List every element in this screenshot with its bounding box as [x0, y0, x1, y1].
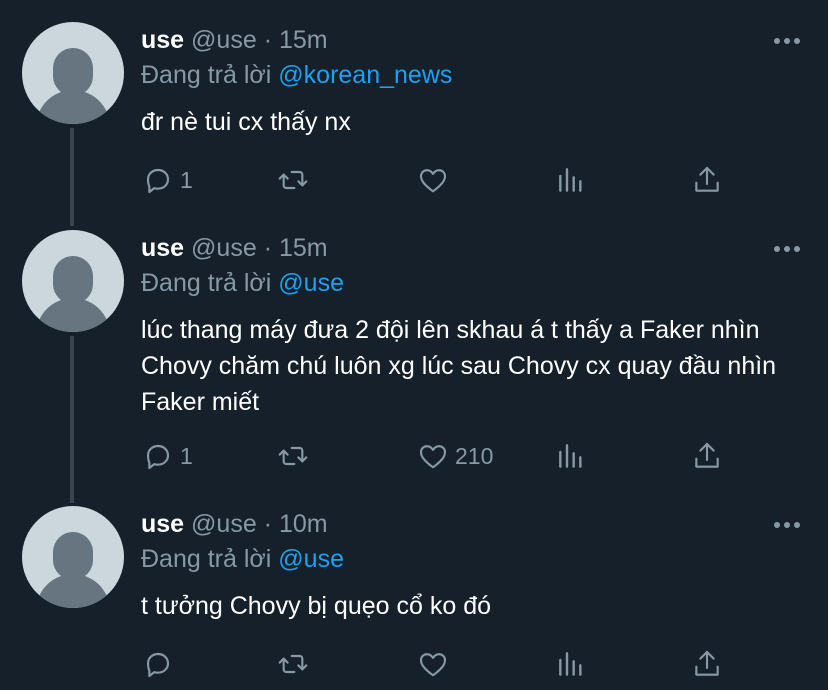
replying-to: Đang trả lời @korean_news [141, 61, 452, 90]
display-name[interactable]: use [141, 234, 184, 262]
like-icon [419, 169, 447, 193]
like-icon [419, 653, 447, 677]
tweet[interactable]: use @use · 15m Đang trả lời @korean_news… [0, 0, 828, 218]
avatar[interactable] [22, 230, 124, 332]
timestamp[interactable]: 15m [279, 26, 328, 54]
handle[interactable]: @use [191, 26, 257, 54]
like-button[interactable] [417, 644, 455, 684]
separator: · [263, 26, 273, 54]
analytics-button[interactable] [555, 160, 587, 200]
handle[interactable]: @use [191, 234, 257, 262]
retweet-icon [278, 170, 308, 190]
separator: · [263, 510, 273, 538]
reply-icon [146, 168, 170, 194]
share-button[interactable] [691, 160, 723, 200]
replying-to-label: Đang trả lời [141, 61, 272, 89]
more-icon[interactable] [774, 37, 800, 45]
replying-to: Đang trả lời @use [141, 269, 344, 298]
reply-icon [146, 444, 170, 470]
tweet-header: use @use · 10m [141, 510, 328, 539]
separator: · [263, 234, 273, 262]
tweet-text: t tưởng Chovy bị quẹo cổ ko đó [141, 592, 491, 620]
like-button[interactable]: 210 [417, 436, 493, 476]
retweet-icon [278, 654, 308, 674]
more-icon[interactable] [774, 521, 800, 529]
mention-link[interactable]: @use [278, 545, 344, 573]
share-button[interactable] [691, 644, 723, 684]
tweet-header: use @use · 15m [141, 234, 328, 263]
display-name[interactable]: use [141, 26, 184, 54]
retweet-button[interactable] [277, 160, 315, 200]
avatar[interactable] [22, 506, 124, 608]
analytics-icon [559, 168, 582, 192]
handle[interactable]: @use [191, 510, 257, 538]
like-icon [419, 445, 447, 469]
share-icon [695, 442, 719, 468]
retweet-icon [278, 446, 308, 466]
timestamp[interactable]: 15m [279, 234, 328, 262]
tweet[interactable]: use @use · 15m Đang trả lời @use lúc tha… [0, 218, 828, 494]
reply-count: 1 [180, 442, 193, 469]
mention-link[interactable]: @korean_news [278, 61, 452, 89]
reply-button[interactable]: 1 [142, 160, 193, 200]
share-icon [695, 650, 719, 676]
reply-count: 1 [180, 166, 193, 193]
retweet-button[interactable] [277, 436, 315, 476]
avatar[interactable] [22, 22, 124, 124]
reply-icon [146, 652, 170, 678]
tweet-actions [0, 644, 828, 684]
tweet-text: lúc thang máy đưa 2 đội lên skhau á t th… [141, 316, 777, 416]
like-button[interactable] [417, 160, 455, 200]
tweet-header: use @use · 15m [141, 26, 328, 55]
share-button[interactable] [691, 436, 723, 476]
replying-to: Đang trả lời @use [141, 545, 344, 574]
replying-to-label: Đang trả lời [141, 545, 272, 573]
tweet-actions: 1 [0, 160, 828, 200]
replying-to-label: Đang trả lời [141, 269, 272, 297]
like-count: 210 [455, 442, 494, 469]
mention-link[interactable]: @use [278, 269, 344, 297]
tweet-actions: 1 210 [0, 436, 828, 476]
tweet[interactable]: use @use · 10m Đang trả lời @use t tưởng… [0, 494, 828, 690]
reply-button[interactable] [142, 644, 180, 684]
analytics-button[interactable] [555, 644, 587, 684]
reply-button[interactable]: 1 [142, 436, 193, 476]
analytics-icon [559, 652, 582, 676]
tweet-text: đr nè tui cx thấy nx [141, 108, 351, 136]
share-icon [695, 166, 719, 192]
analytics-button[interactable] [555, 436, 587, 476]
display-name[interactable]: use [141, 510, 184, 538]
more-icon[interactable] [774, 245, 800, 253]
analytics-icon [559, 444, 582, 468]
retweet-button[interactable] [277, 644, 315, 684]
timestamp[interactable]: 10m [279, 510, 328, 538]
